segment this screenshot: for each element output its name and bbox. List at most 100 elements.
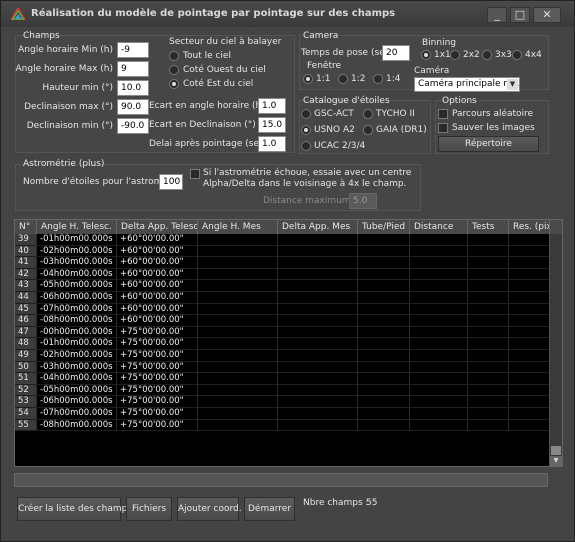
- close-button[interactable]: ✕: [533, 7, 561, 23]
- table-cell: [509, 408, 550, 420]
- table-cell: [198, 245, 278, 258]
- ah-min-input[interactable]: -9: [117, 42, 149, 58]
- ah-max-input[interactable]: 9: [117, 61, 149, 77]
- fenetre-2-radio[interactable]: [338, 74, 348, 84]
- cat-ucac-radio[interactable]: [301, 141, 311, 151]
- dist-max-input[interactable]: 5.0: [349, 193, 377, 209]
- table-row[interactable]: 53 -06h00m00.000s +75°00'00.00": [15, 396, 550, 408]
- table-row[interactable]: 43 -05h00m00.000s +60°00'00.00": [15, 280, 550, 292]
- camera-select-value: Caméra principale n°1: [418, 79, 520, 89]
- binning-label: Binning: [422, 38, 457, 48]
- scrollbar-thumb[interactable]: [551, 446, 561, 455]
- row-number-cell: 44: [15, 292, 37, 304]
- add-coord-button[interactable]: Ajouter coord.: [177, 497, 242, 521]
- col-header-distance[interactable]: Distance: [410, 220, 468, 234]
- table-row[interactable]: 50 -03h00m00.000s +75°00'00.00": [15, 361, 550, 374]
- table-cell: [278, 257, 358, 269]
- start-button[interactable]: Démarrer: [244, 497, 295, 521]
- table-vertical-scrollbar[interactable]: ▼: [549, 234, 562, 466]
- table-cell: [278, 361, 358, 374]
- delai-input[interactable]: 1.0: [258, 136, 286, 152]
- fields-table[interactable]: N° Angle H. Telesc. Delta App. Telesc. A…: [14, 219, 563, 467]
- table-cell: [410, 419, 468, 432]
- table-cell: [278, 268, 358, 281]
- table-row[interactable]: 51 -04h00m00.000s +75°00'00.00": [15, 373, 550, 385]
- binning-2x2-radio[interactable]: [450, 50, 460, 60]
- table-cell: [468, 315, 509, 327]
- dec-max-input[interactable]: 90.0: [117, 99, 149, 115]
- col-header-ah-mes[interactable]: Angle H. Mes: [198, 220, 278, 234]
- table-row[interactable]: 47 -00h00m00.000s +75°00'00.00": [15, 326, 550, 339]
- col-header-res[interactable]: Res. (pix): [509, 220, 550, 234]
- cat-tycho-radio[interactable]: [363, 109, 373, 119]
- catalogue-legend: Catalogue d'étoiles: [303, 96, 390, 106]
- hauteur-input[interactable]: 10.0: [117, 80, 149, 96]
- save-images-checkbox[interactable]: [438, 123, 448, 133]
- cat-gsc-radio[interactable]: [301, 109, 311, 119]
- table-cell: [410, 280, 468, 292]
- table-row[interactable]: 41 -03h00m00.000s +60°00'00.00": [15, 257, 550, 269]
- table-cell: +75°00'00.00": [117, 338, 198, 350]
- random-checkbox[interactable]: [438, 109, 448, 119]
- table-cell: [198, 303, 278, 316]
- maximize-button[interactable]: □: [510, 7, 530, 23]
- pose-input[interactable]: 20: [382, 45, 410, 61]
- table-header: N° Angle H. Telesc. Delta App. Telesc. A…: [15, 220, 562, 234]
- files-button[interactable]: Fichiers: [126, 497, 172, 521]
- col-header-delta-telesc[interactable]: Delta App. Telesc.: [117, 220, 198, 234]
- ecart-ah-input[interactable]: 1.0: [258, 98, 286, 114]
- col-header-tests[interactable]: Tests: [468, 220, 509, 234]
- table-cell: [278, 419, 358, 432]
- binning-3x3-radio[interactable]: [482, 50, 492, 60]
- table-cell: -05h00m00.000s: [37, 384, 117, 397]
- random-label: Parcours aléatoire: [452, 109, 534, 119]
- table-cell: [278, 280, 358, 292]
- table-row[interactable]: 52 -05h00m00.000s +75°00'00.00": [15, 384, 550, 397]
- table-row[interactable]: 46 -08h00m00.000s +60°00'00.00": [15, 315, 550, 327]
- secteur-east-radio[interactable]: [169, 79, 179, 89]
- binning-4x4-radio[interactable]: [512, 50, 522, 60]
- table-row[interactable]: 39 -01h00m00.000s +60°00'00.00": [15, 234, 550, 246]
- table-horizontal-scrollbar[interactable]: [14, 473, 548, 487]
- main-window: Réalisation du modèle de pointage par po…: [0, 0, 575, 542]
- ecart-dec-label: Ecart en Declinaison (°): [149, 120, 256, 130]
- col-header-ah-telesc[interactable]: Angle H. Telesc.: [37, 220, 117, 234]
- fenetre-1-radio[interactable]: [303, 74, 313, 84]
- nb-stars-input[interactable]: 100: [159, 174, 183, 190]
- table-row[interactable]: 44 -06h00m00.000s +60°00'00.00": [15, 292, 550, 304]
- secteur-all-radio[interactable]: [169, 51, 179, 61]
- camera-select-label: Caméra: [414, 66, 450, 76]
- table-row[interactable]: 49 -02h00m00.000s +75°00'00.00": [15, 350, 550, 362]
- table-cell: [509, 292, 550, 304]
- table-row[interactable]: 45 -07h00m00.000s +60°00'00.00": [15, 303, 550, 316]
- table-cell: [509, 338, 550, 350]
- ecart-dec-input[interactable]: 15.0: [258, 117, 286, 133]
- minimize-button[interactable]: _: [487, 7, 507, 23]
- table-cell: [509, 257, 550, 269]
- secteur-west-radio[interactable]: [169, 65, 179, 75]
- table-row[interactable]: 48 -01h00m00.000s +75°00'00.00": [15, 338, 550, 350]
- fenetre-4-radio[interactable]: [373, 74, 383, 84]
- table-row[interactable]: 55 -08h00m00.000s +75°00'00.00": [15, 419, 550, 432]
- col-header-tube[interactable]: Tube/Pied: [358, 220, 410, 234]
- table-row[interactable]: 54 -07h00m00.000s +75°00'00.00": [15, 408, 550, 420]
- fallback-checkbox[interactable]: [190, 169, 200, 179]
- table-cell: [278, 303, 358, 316]
- col-header-delta-mes[interactable]: Delta App. Mes: [278, 220, 358, 234]
- col-header-num[interactable]: N°: [15, 220, 37, 234]
- directory-button[interactable]: Répertoire: [438, 136, 539, 152]
- table-cell: [358, 408, 410, 420]
- camera-select[interactable]: Caméra principale n°1 ▼: [414, 77, 520, 92]
- cat-gaia-radio[interactable]: [363, 125, 373, 135]
- binning-1x1-radio[interactable]: [421, 50, 431, 60]
- create-fields-button[interactable]: Créer la liste des champs: [17, 497, 132, 521]
- table-cell: [468, 373, 509, 385]
- cat-usno-radio[interactable]: [301, 125, 311, 135]
- table-cell: [358, 338, 410, 350]
- table-cell: [468, 268, 509, 281]
- table-row[interactable]: 42 -04h00m00.000s +60°00'00.00": [15, 268, 550, 281]
- dec-min-input[interactable]: -90.0: [117, 118, 149, 134]
- table-row[interactable]: 40 -02h00m00.000s +60°00'00.00": [15, 245, 550, 258]
- scroll-down-icon[interactable]: ▼: [550, 456, 562, 466]
- app-logo-icon: [11, 8, 25, 20]
